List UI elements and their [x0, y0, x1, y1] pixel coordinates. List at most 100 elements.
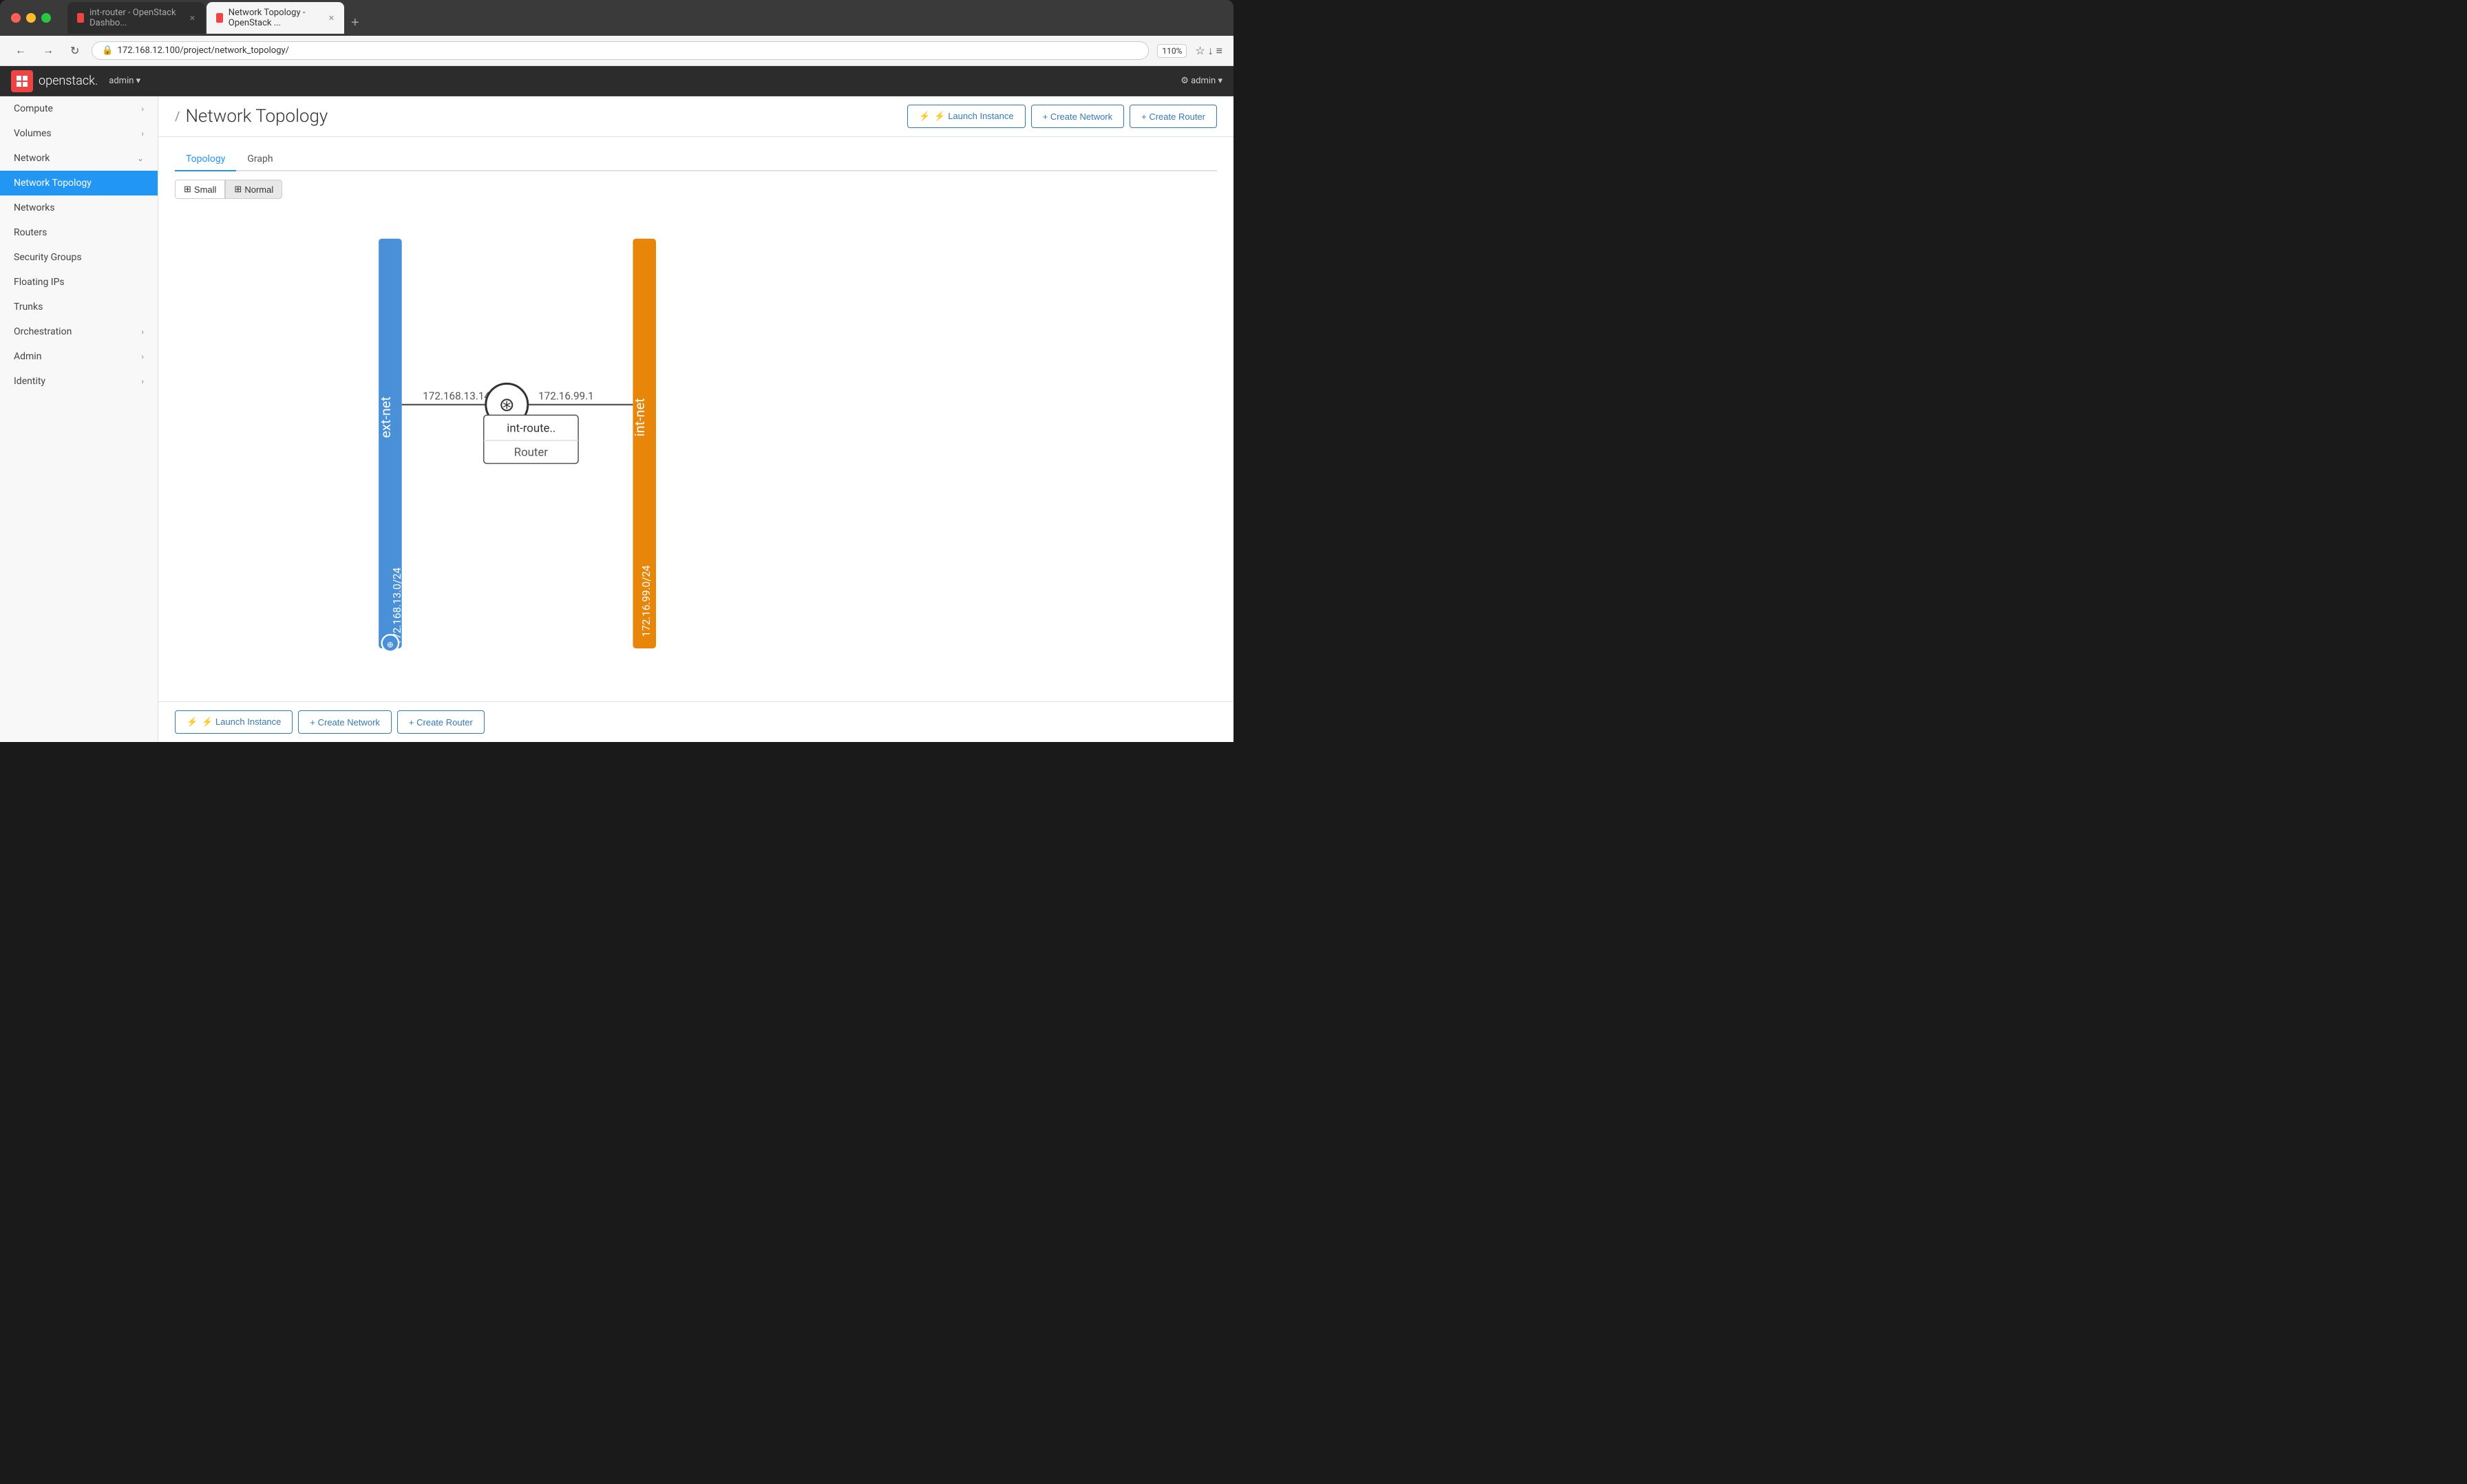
normal-grid-icon: ⊞: [234, 184, 242, 195]
header-right: ⚙ admin ▾: [1180, 76, 1222, 86]
sidebar-label-security-groups: Security Groups: [14, 252, 82, 263]
new-tab-button[interactable]: +: [346, 12, 365, 34]
sidebar-item-volumes[interactable]: Volumes ›: [0, 121, 158, 146]
chevron-orchestration: ›: [141, 327, 144, 337]
sidebar-label-network-topology: Network Topology: [14, 178, 92, 189]
chevron-network: ⌄: [137, 153, 144, 163]
bottom-launch-icon: ⚡: [187, 717, 198, 728]
create-network-label: + Create Network: [1043, 112, 1113, 122]
maximize-button[interactable]: [41, 13, 51, 23]
app-container: openstack. admin ▾ ⚙ admin ▾ Compute › V…: [0, 66, 1234, 742]
chevron-admin: ›: [141, 352, 144, 361]
size-small-button[interactable]: ⊞ Small: [175, 180, 225, 199]
topology-diagram: ext-net 172.168.13.0/24 ⊕ int-net: [175, 207, 1217, 690]
breadcrumb-separator: /: [175, 109, 180, 124]
browser-tabs: int-router - OpenStack Dashbo... ✕ Netwo…: [67, 2, 1222, 34]
tab-label-2: Network Topology - OpenStack ...: [229, 8, 320, 28]
bottom-create-network-label: + Create Network: [310, 717, 380, 728]
sidebar-item-identity[interactable]: Identity ›: [0, 369, 158, 394]
small-grid-icon: ⊞: [184, 184, 191, 195]
tab-topology-label: Topology: [186, 153, 225, 165]
create-network-button[interactable]: + Create Network: [1031, 105, 1125, 128]
close-button[interactable]: [11, 13, 21, 23]
ext-net-label: ext-net: [378, 396, 394, 438]
topology-svg: ext-net 172.168.13.0/24 ⊕ int-net: [175, 207, 1217, 690]
sidebar-label-trunks: Trunks: [14, 301, 43, 312]
chevron-volumes: ›: [141, 129, 144, 138]
sidebar-item-network[interactable]: Network ⌄: [0, 146, 158, 171]
sidebar-item-compute[interactable]: Compute ›: [0, 96, 158, 121]
zoom-level: 110%: [1157, 44, 1187, 58]
sidebar-label-volumes: Volumes: [14, 128, 52, 139]
sidebar-item-networks[interactable]: Networks: [0, 195, 158, 220]
address-input[interactable]: 🔒 172.168.12.100/project/network_topolog…: [92, 41, 1149, 60]
sidebar-label-routers: Routers: [14, 227, 47, 238]
sidebar-label-floating-ips: Floating IPs: [14, 277, 65, 288]
launch-instance-button[interactable]: ⚡ ⚡ Launch Instance: [907, 105, 1025, 128]
minimize-button[interactable]: [26, 13, 36, 23]
tab-close-1[interactable]: ✕: [189, 14, 195, 23]
tab-close-2[interactable]: ✕: [328, 14, 335, 23]
bottom-launch-instance-button[interactable]: ⚡ ⚡ Launch Instance: [175, 710, 293, 734]
traffic-lights: [11, 13, 51, 23]
browser-nav-icons: ☆ ↓ ≡: [1195, 44, 1222, 58]
router-icon: ⊛: [499, 394, 515, 416]
chevron-identity: ›: [141, 377, 144, 386]
header-admin-right[interactable]: ⚙ admin ▾: [1180, 76, 1222, 86]
ext-net-subnet-icon-text: ⊕: [387, 639, 394, 649]
ext-net-ip-label: 172.168.13.14: [423, 390, 490, 402]
sidebar-item-network-topology[interactable]: Network Topology: [0, 171, 158, 195]
create-router-label: + Create Router: [1141, 112, 1205, 122]
bottom-create-router-button[interactable]: + Create Router: [397, 710, 485, 734]
sidebar-item-trunks[interactable]: Trunks: [0, 295, 158, 319]
logo-svg: [15, 74, 29, 88]
chevron-compute: ›: [141, 104, 144, 114]
tab-graph-label: Graph: [247, 153, 273, 165]
address-bar-container: ← → ↻ 🔒 172.168.12.100/project/network_t…: [0, 36, 1234, 66]
int-net-label: int-net: [632, 398, 648, 436]
sidebar-item-routers[interactable]: Routers: [0, 220, 158, 245]
back-button[interactable]: ←: [11, 42, 30, 60]
sidebar-label-orchestration: Orchestration: [14, 326, 72, 337]
size-normal-button[interactable]: ⊞ Normal: [225, 180, 282, 199]
topology-tabs: Topology Graph: [175, 148, 1217, 171]
sidebar-label-admin: Admin: [14, 351, 41, 362]
sidebar-label-identity: Identity: [14, 376, 45, 387]
app-header: openstack. admin ▾ ⚙ admin ▾: [0, 66, 1234, 96]
tab-favicon-1: [77, 13, 84, 23]
launch-instance-label: ⚡ Launch Instance: [934, 111, 1013, 122]
int-net-subnet: 172.16.99.0/24: [640, 565, 653, 637]
sidebar-item-security-groups[interactable]: Security Groups: [0, 245, 158, 270]
page-header: / Network Topology ⚡ ⚡ Launch Instance +…: [158, 96, 1234, 137]
logo-icon: [11, 70, 33, 92]
tab-graph[interactable]: Graph: [236, 148, 284, 171]
tab-openstack-dashboard[interactable]: int-router - OpenStack Dashbo... ✕: [67, 2, 205, 34]
sidebar-label-compute: Compute: [14, 103, 53, 114]
router-tooltip-name: int-route..: [507, 422, 555, 436]
sidebar-item-admin[interactable]: Admin ›: [0, 344, 158, 369]
sidebar: Compute › Volumes › Network ⌄ Network To…: [0, 96, 158, 742]
reload-button[interactable]: ↻: [66, 41, 83, 61]
sidebar-item-orchestration[interactable]: Orchestration ›: [0, 319, 158, 344]
content-area: / Network Topology ⚡ ⚡ Launch Instance +…: [158, 96, 1234, 742]
tab-topology[interactable]: Topology: [175, 148, 236, 171]
forward-button[interactable]: →: [39, 42, 58, 60]
size-buttons: ⊞ Small ⊞ Normal: [175, 180, 1217, 199]
bottom-launch-instance-label: ⚡ Launch Instance: [202, 717, 281, 728]
bottom-bar: ⚡ ⚡ Launch Instance + Create Network + C…: [158, 701, 1234, 742]
topology-content: Topology Graph ⊞ Small ⊞ Norm: [158, 137, 1234, 701]
tab-label-1: int-router - OpenStack Dashbo...: [89, 8, 181, 28]
tab-network-topology[interactable]: Network Topology - OpenStack ... ✕: [207, 2, 344, 34]
launch-icon: ⚡: [919, 111, 930, 122]
sidebar-label-network: Network: [14, 153, 50, 164]
lock-icon: 🔒: [102, 45, 113, 56]
size-small-label: Small: [194, 184, 217, 195]
bottom-create-router-label: + Create Router: [409, 717, 473, 728]
page-title: Network Topology: [185, 106, 328, 127]
sidebar-item-floating-ips[interactable]: Floating IPs: [0, 270, 158, 295]
logo-text: openstack.: [39, 74, 98, 88]
header-admin-dropdown[interactable]: admin ▾: [109, 76, 140, 86]
create-router-button[interactable]: + Create Router: [1130, 105, 1217, 128]
bottom-create-network-button[interactable]: + Create Network: [298, 710, 392, 734]
header-admin-label: admin ▾: [109, 76, 140, 86]
